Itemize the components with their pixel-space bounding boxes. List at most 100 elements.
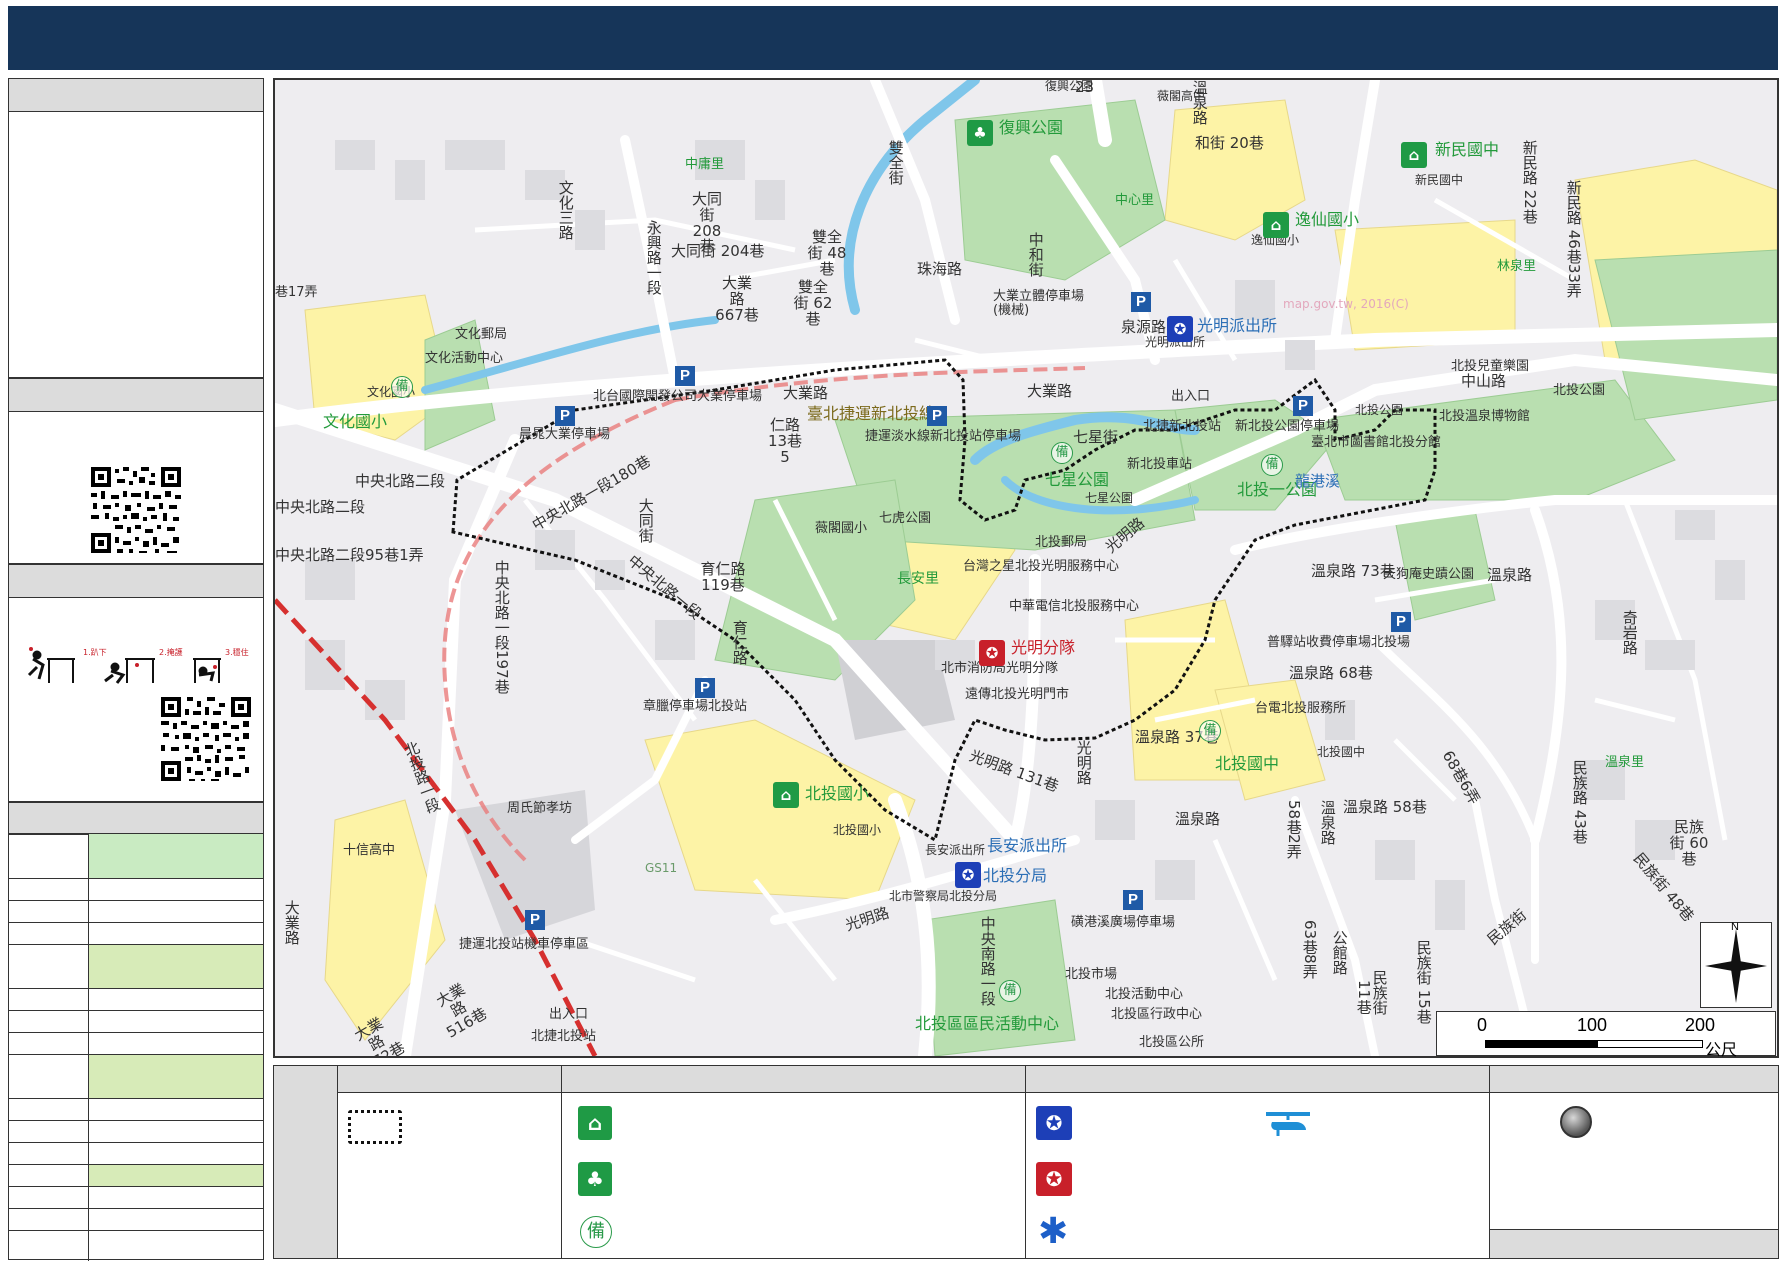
label-guangming-rd2: 光明路 (1074, 740, 1093, 785)
label-zhonghe-st: 中和街 (1026, 232, 1045, 277)
school-icon[interactable]: ⌂ (1263, 212, 1289, 238)
label-longhu-pond: 龍港溪 (1295, 472, 1341, 490)
label-wenquan-58: 溫泉路 58巷 (1343, 798, 1427, 816)
compass-icon (1705, 929, 1767, 1003)
parking-icon[interactable]: P (1123, 890, 1143, 910)
fire-icon[interactable]: ✪ (979, 640, 1005, 666)
info-panel-1-header (9, 79, 263, 112)
table-row (9, 1186, 263, 1208)
police-icon[interactable]: ✪ (955, 862, 981, 888)
legend-col-other (1490, 1066, 1778, 1258)
qr-code-icon[interactable] (89, 465, 183, 555)
parking-icon[interactable]: P (525, 910, 545, 930)
map-watermark: map.gov.tw, 2016(C) (1283, 297, 1409, 311)
label-beitou-park-right: 北投公園 (1553, 383, 1606, 398)
label-wenquan-63-8: 63巷8弄 (1300, 920, 1319, 979)
table-row (9, 1054, 263, 1098)
label-xiliao-parking: 磺港溪廣場停車場 (1071, 915, 1176, 930)
helicopter-legend-icon (1266, 1112, 1310, 1136)
legend-col-other-header (1490, 1066, 1778, 1093)
label-beitou-mrt: 北捷北投站 (531, 1029, 597, 1044)
label-beitou-jh-small: 北投國中 (1317, 745, 1366, 759)
label-beitou-office: 北投區公所 (1139, 1035, 1205, 1050)
label-changan-station: 長安派出所 (987, 836, 1068, 855)
label-daye-rd-b: 大業路 (1027, 382, 1073, 400)
label-zhongyong-li: 中庸里 (685, 157, 725, 172)
label-xinmin-jh: 新民國中 (1435, 140, 1500, 159)
reserve-icon[interactable]: 備 (999, 980, 1021, 1002)
legend-col-boundary (338, 1066, 562, 1258)
fire-legend-icon: ✪ (1036, 1162, 1072, 1196)
label-zhuhai-rd: 珠海路 (917, 260, 963, 278)
label-weige-es: 薇閣國小 (815, 521, 868, 536)
label-changan-li: 長安里 (897, 571, 939, 587)
label-xinbeitou-station: 新北投車站 (1127, 457, 1193, 472)
label-renai-13-5: 仁路 13巷 5 (767, 416, 803, 466)
label-shuangquan-62: 雙全街 62巷 (793, 278, 833, 328)
label-xinbeitou-parking: 新北投公園停車場 (1235, 419, 1340, 434)
label-minzu-60: 民族街 60巷 (1669, 818, 1709, 868)
label-gongguan-rd: 公館路 (1330, 930, 1349, 975)
scale-tick-100: 100 (1577, 1015, 1608, 1035)
school-legend-icon: ⌂ (578, 1106, 612, 1140)
label-mrt-parking: 捷運淡水線新北投站停車場 (865, 429, 1022, 444)
table-row (9, 1010, 263, 1032)
label-guangming-squad: 光明分隊 (1011, 638, 1076, 657)
school-icon[interactable]: ⌂ (1401, 142, 1427, 168)
label-qixing-st: 七星街 (1073, 428, 1119, 446)
label-wenquan-top: 溫泉路 (1190, 80, 1209, 125)
table-row (9, 900, 263, 922)
label-minzu-43: 民族路 43巷 (1570, 760, 1589, 844)
label-shixin-hs: 十信高中 (343, 843, 396, 858)
label-jingyuan-parking: 晨晁大業停車場 (519, 427, 611, 442)
parking-icon[interactable]: P (927, 406, 947, 426)
label-beitou-police-small: 北市警察局北投分局 (889, 889, 998, 903)
label-beitai-parking: 北台國際開發公司大業停車場 (593, 389, 763, 404)
parking-icon[interactable]: P (1131, 292, 1151, 312)
legend-col-shelter-header (562, 1066, 1025, 1093)
parking-icon[interactable]: P (1391, 612, 1411, 632)
scale-tick-200: 200 (1685, 1015, 1716, 1035)
label-wenhua-3: 文化三路 (556, 180, 575, 240)
label-gs11: GS11 (645, 861, 678, 875)
legend-col-emergency-header (1026, 1066, 1489, 1093)
label-zhongyang-n-rd-2: 中央北路二段 (275, 498, 366, 516)
park-icon[interactable]: ♣ (967, 120, 993, 146)
label-yongxing: 永興路一段 (644, 220, 663, 295)
label-xinbeitou-mrt: 北捷新北投站 (1143, 419, 1222, 434)
svg-text:3.穩住: 3.穩住 (225, 647, 249, 657)
label-yuren-119: 育仁路 119巷 (700, 560, 746, 594)
label-wenquan-rd: 溫泉路 (1487, 566, 1533, 584)
label-beitou-jh: 北投國中 (1215, 754, 1280, 773)
reserve-icon[interactable]: 備 (391, 376, 413, 398)
label-beitou-es-small: 北投國小 (833, 823, 882, 837)
label-beitou-es: 北投國小 (805, 784, 870, 803)
label-zhanglin-parking: 章臘停車場北投站 (643, 699, 748, 714)
legend-col-boundary-header (338, 1066, 561, 1093)
scale-segment-black (1485, 1040, 1597, 1048)
reserve-icon[interactable]: 備 (1261, 454, 1283, 476)
label-chunghwa: 中華電信北投服務中心 (1009, 599, 1140, 614)
table-row (9, 1208, 263, 1230)
info-panel-earthquake: 1.趴下 2.掩護 3.穩住 (8, 564, 264, 802)
parking-icon[interactable]: P (1293, 396, 1313, 416)
parking-icon[interactable]: P (555, 406, 575, 426)
label-daye-667: 大業路 667巷 (715, 274, 759, 324)
reserve-icon[interactable]: 備 (1199, 720, 1221, 742)
parking-icon[interactable]: P (695, 678, 715, 698)
label-wenquan-rd4: 溫泉路 (1175, 810, 1221, 828)
parking-icon[interactable]: P (675, 366, 695, 386)
label-daye-rd-a: 大業路 (783, 384, 829, 402)
label-wenhua-es: 文化國小 (323, 412, 388, 431)
label-datong-204: 大同街 204巷 (671, 242, 765, 260)
police-icon[interactable]: ✪ (1167, 316, 1193, 342)
legend-panel: ⌂ ♣ 備 ✪ ✪ ✱ (273, 1065, 1779, 1259)
map-canvas[interactable]: 復興公園 復興公園 薇閣高中 和街 20巷 新民國中 新民國中 新民路 22巷 … (273, 78, 1779, 1058)
north-label: N (1731, 921, 1739, 933)
school-icon[interactable]: ⌂ (773, 782, 799, 808)
road-23 (1088, 80, 1112, 147)
qr-code-icon-2[interactable] (159, 695, 253, 783)
reserve-icon[interactable]: 備 (1051, 442, 1073, 464)
info-panel-qr (8, 378, 264, 564)
label-qixing-park: 七星公園 (1045, 470, 1110, 489)
